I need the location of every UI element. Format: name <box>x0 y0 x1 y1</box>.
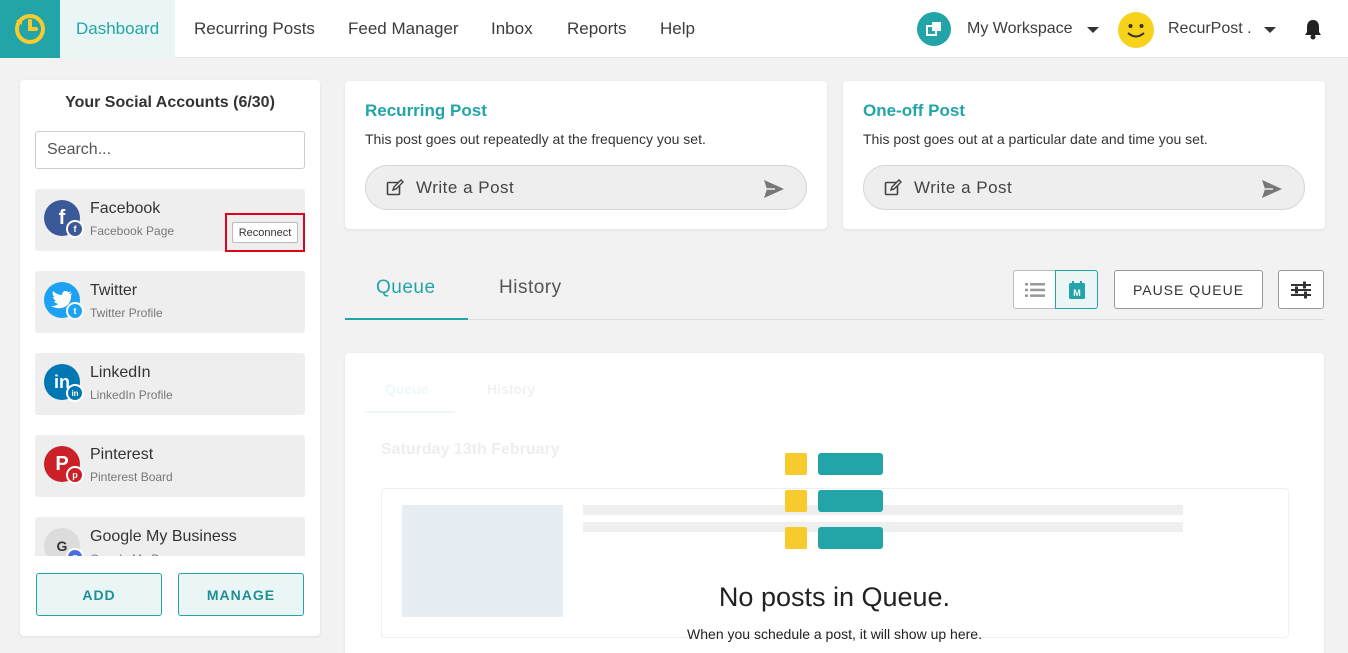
account-pinterest[interactable]: P p Pinterest Pinterest Board <box>35 435 305 497</box>
nav-inbox[interactable]: Inbox <box>491 0 533 58</box>
facebook-badge-icon: f <box>66 220 84 238</box>
card-description: This post goes out at a particular date … <box>863 131 1208 147</box>
panel-title: Your Social Accounts (6/30) <box>65 94 275 111</box>
clock-logo-icon <box>15 14 45 44</box>
send-icon <box>764 180 784 198</box>
write-post-label: Write a Post <box>914 178 1013 197</box>
account-twitter[interactable]: t Twitter Twitter Profile <box>35 271 305 333</box>
card-title: One-off Post <box>863 101 965 120</box>
account-name: Google My Business <box>90 528 237 545</box>
send-icon <box>1262 180 1282 198</box>
reconnect-button[interactable]: Reconnect <box>232 222 298 243</box>
empty-queue-illustration <box>785 453 885 553</box>
account-name: Facebook <box>90 200 161 217</box>
list-icon <box>1024 282 1045 297</box>
queue-panel: Queue History Saturday 13th February No … <box>345 353 1324 653</box>
avatar[interactable] <box>1118 12 1154 48</box>
windows-icon <box>926 22 941 36</box>
nav-help[interactable]: Help <box>660 0 695 58</box>
workspace-selector[interactable]: My Workspace <box>967 0 1073 58</box>
calendar-view-button[interactable]: M <box>1055 270 1098 309</box>
chevron-down-icon[interactable] <box>1264 27 1276 33</box>
account-linkedin[interactable]: in in LinkedIn LinkedIn Profile <box>35 353 305 415</box>
ghost-tab-history: History <box>487 381 536 397</box>
account-type: Twitter Profile <box>90 306 163 320</box>
recurring-post-card: Recurring Post This post goes out repeat… <box>345 81 827 229</box>
ghost-tab-queue: Queue <box>385 381 429 397</box>
card-title: Recurring Post <box>365 101 487 120</box>
empty-queue-subtitle: When you schedule a post, it will show u… <box>687 626 982 642</box>
twitter-badge-icon: t <box>66 302 84 320</box>
write-recurring-post-button[interactable]: Write a Post <box>365 165 807 210</box>
write-one-off-post-button[interactable]: Write a Post <box>863 165 1305 210</box>
account-type: LinkedIn Profile <box>90 388 173 402</box>
empty-queue-title: No posts in Queue. <box>718 582 951 612</box>
smiley-icon <box>1127 24 1145 38</box>
account-type: Google My B... <box>90 552 169 556</box>
manage-button[interactable]: MANAGE <box>178 573 304 616</box>
workspace-icon[interactable] <box>917 12 951 46</box>
nav-dashboard[interactable]: Dashboard <box>60 0 176 58</box>
recurpost-logo[interactable] <box>0 0 60 58</box>
calendar-icon: M <box>1068 280 1085 299</box>
search-input[interactable] <box>35 131 305 169</box>
account-google-my-business[interactable]: G g Google My Business Google My B... <box>35 517 305 556</box>
account-name: Twitter <box>90 282 138 299</box>
nav-recurring-posts[interactable]: Recurring Posts <box>194 0 315 58</box>
ghost-date-heading: Saturday 13th February <box>381 441 560 458</box>
sliders-icon <box>1291 281 1311 298</box>
pause-queue-button[interactable]: PAUSE QUEUE <box>1114 270 1263 309</box>
ghost-tab-indicator <box>365 411 455 413</box>
social-accounts-panel: Your Social Accounts (6/30) f f Facebook… <box>20 80 320 636</box>
account-type: Pinterest Board <box>90 470 173 484</box>
calendar-letter: M <box>1073 288 1081 298</box>
nav-feed-manager[interactable]: Feed Manager <box>348 0 459 58</box>
pinterest-badge-icon: p <box>66 466 84 484</box>
account-type: Facebook Page <box>90 224 175 238</box>
account-facebook[interactable]: f f Facebook Facebook Page Reconnect <box>35 189 305 252</box>
gmb-badge-icon: g <box>66 548 84 556</box>
tab-queue[interactable]: Queue <box>376 277 436 299</box>
filter-settings-button[interactable] <box>1278 270 1324 309</box>
add-button[interactable]: ADD <box>36 573 162 616</box>
edit-icon <box>884 179 902 196</box>
active-tab-indicator <box>345 318 468 320</box>
tabs-divider <box>345 319 1324 320</box>
linkedin-badge-icon: in <box>66 384 84 402</box>
account-name: LinkedIn <box>90 364 151 381</box>
edit-icon <box>386 179 404 196</box>
chevron-down-icon[interactable] <box>1087 27 1099 33</box>
one-off-post-card: One-off Post This post goes out at a par… <box>843 81 1325 229</box>
list-view-button[interactable] <box>1013 270 1056 309</box>
top-navbar: Dashboard Recurring Posts Feed Manager I… <box>0 0 1348 58</box>
card-description: This post goes out repeatedly at the fre… <box>365 131 706 147</box>
tab-history[interactable]: History <box>499 277 562 299</box>
bell-icon[interactable] <box>1302 18 1324 40</box>
accounts-list[interactable]: f f Facebook Facebook Page Reconnect t T… <box>35 189 305 556</box>
nav-reports[interactable]: Reports <box>567 0 627 58</box>
write-post-label: Write a Post <box>416 178 515 197</box>
account-name: Pinterest <box>90 446 154 463</box>
user-menu[interactable]: RecurPost . <box>1168 0 1252 58</box>
